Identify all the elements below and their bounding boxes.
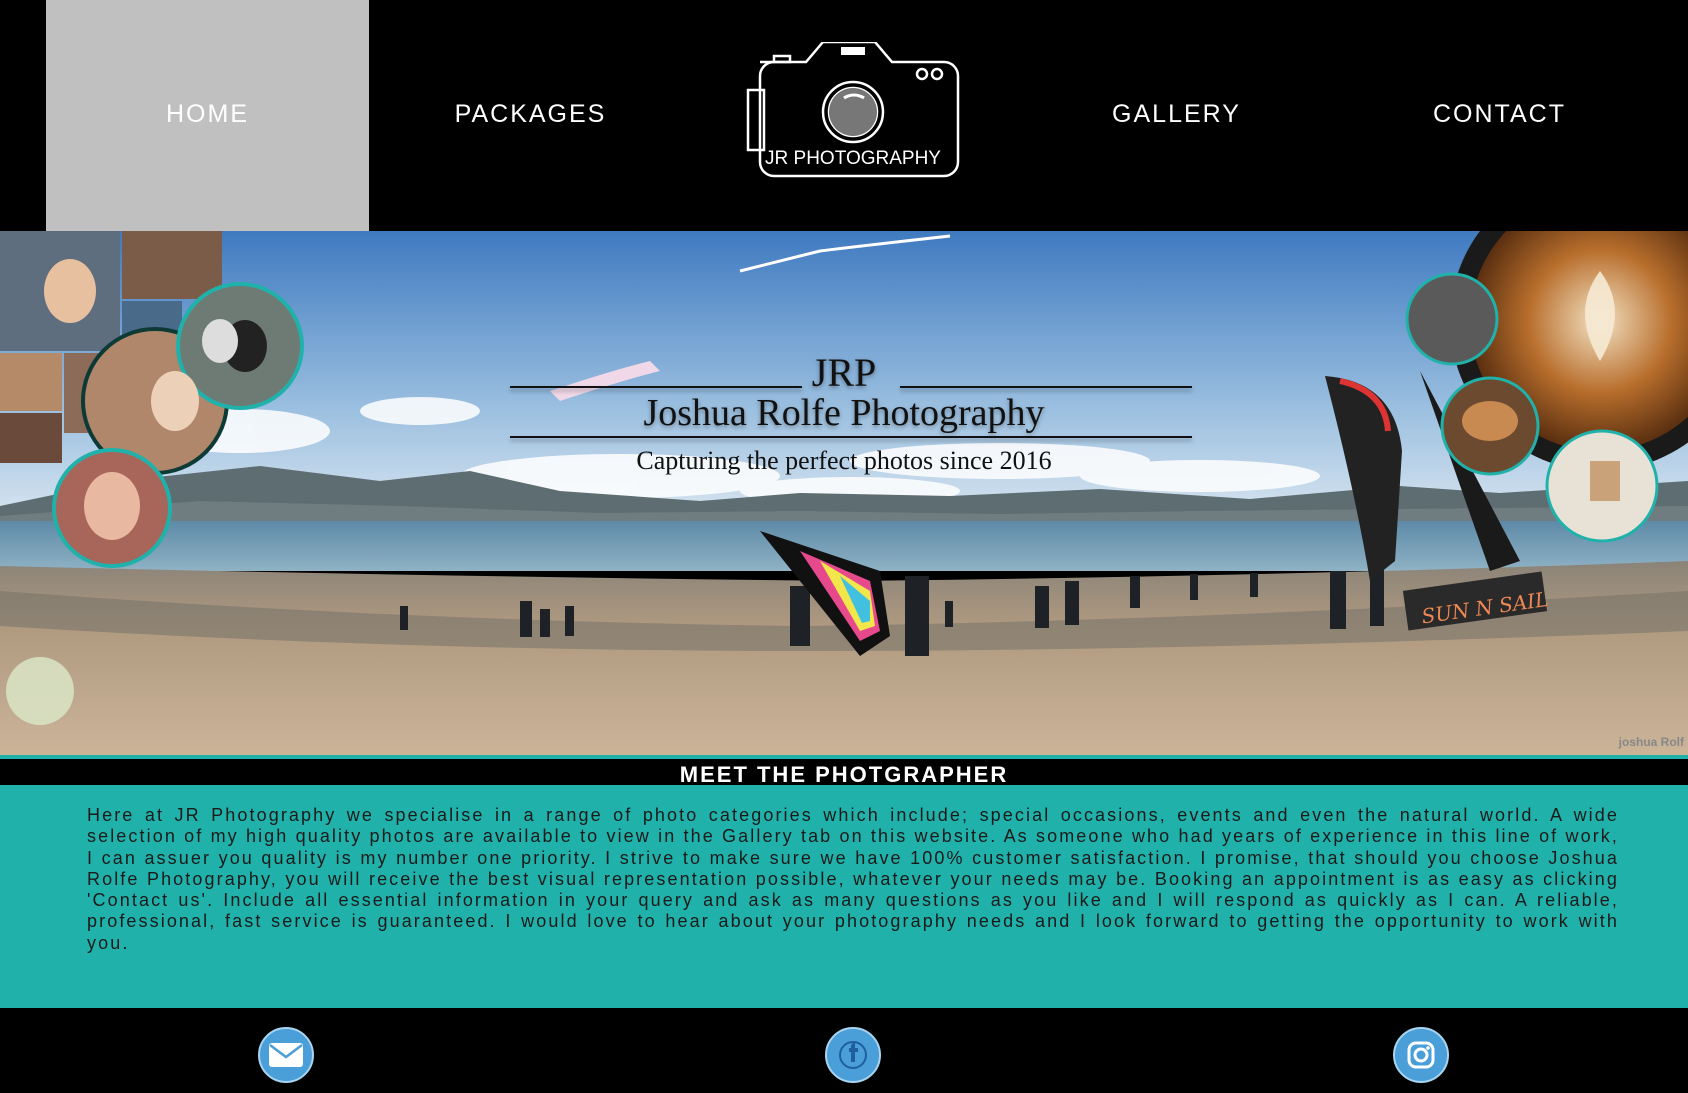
top-nav: HOME PACKAGES JR PHOTOGRAPHY GALLERY CON… [0, 0, 1688, 231]
nav-home-label: HOME [166, 100, 249, 128]
logo-text: JR PHOTOGRAPHY [765, 148, 941, 169]
instagram-link[interactable] [1393, 1027, 1449, 1083]
hero-tagline: Capturing the perfect photos since 2016 [636, 446, 1052, 475]
facebook-icon [839, 1041, 867, 1069]
meet-section: Here at JR Photography we specialise in … [0, 785, 1688, 1008]
camera-icon: JR PHOTOGRAPHY [746, 40, 960, 178]
meet-heading: MEET THE PHOTGRAPHER [0, 755, 1688, 787]
photo-watermark: joshua Rolf [1618, 735, 1684, 749]
nav-gallery-label: GALLERY [1112, 100, 1241, 128]
instagram-icon [1407, 1041, 1435, 1069]
mail-icon [269, 1043, 303, 1067]
mail-link[interactable] [258, 1027, 314, 1083]
nav-contact-label: CONTACT [1433, 100, 1566, 128]
footer [0, 1008, 1688, 1093]
nav-packages-label: PACKAGES [454, 100, 607, 128]
meet-body-text: Here at JR Photography we specialise in … [87, 805, 1619, 953]
facebook-link[interactable] [825, 1027, 881, 1083]
beach-panorama-image: SUN N SAIL [0, 231, 1688, 755]
camera-logo[interactable]: JR PHOTOGRAPHY [746, 40, 960, 182]
hero-rule-bottom [510, 436, 1192, 438]
nav-packages[interactable]: PACKAGES [369, 0, 692, 231]
hero-title-full: Joshua Rolfe Photography [643, 392, 1045, 434]
nav-contact[interactable]: CONTACT [1338, 0, 1661, 231]
nav-gallery[interactable]: GALLERY [1015, 0, 1338, 231]
hero-banner: SUN N SAIL JRP Joshua Rolfe Photography … [0, 231, 1688, 755]
nav-home[interactable]: HOME [46, 0, 369, 231]
hero-title-short: JRP [811, 350, 877, 395]
